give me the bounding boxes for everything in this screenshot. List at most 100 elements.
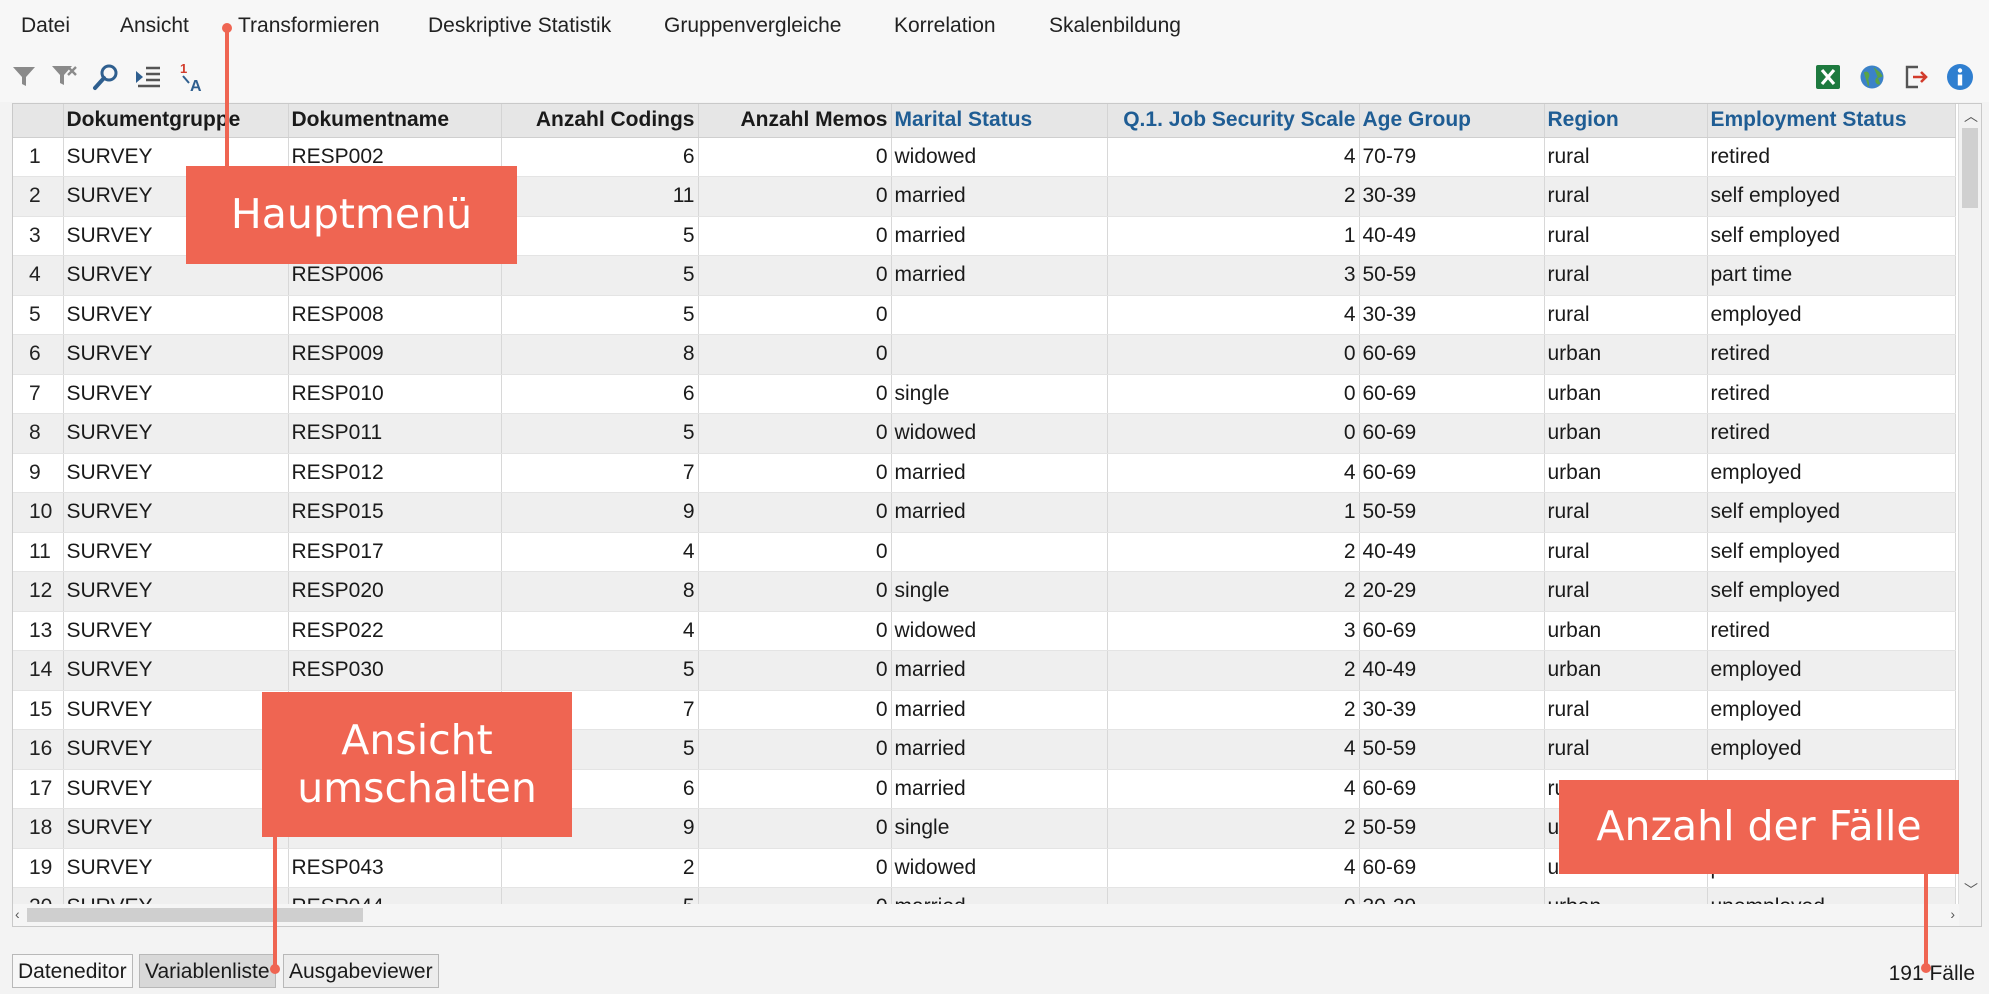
cell-anzahl-memos[interactable]: 0 (698, 334, 892, 375)
cell-dokumentgruppe[interactable]: SURVEY (63, 334, 289, 375)
cell-region[interactable]: rural (1544, 295, 1708, 335)
cell-dokumentgruppe[interactable]: SURVEY (63, 492, 289, 533)
cell-employment-status[interactable]: employed (1707, 650, 1956, 691)
table-row[interactable]: 11 SURVEY RESP017 4 0 2 40-49 rural self employe… (13, 532, 1956, 572)
cell-age-group[interactable]: 40-49 (1359, 532, 1545, 572)
cell-anzahl-memos[interactable]: 0 (698, 295, 892, 335)
cell-region[interactable]: urban (1544, 650, 1708, 691)
cell-dokumentgruppe[interactable]: SURVEY (63, 374, 289, 414)
cell-anzahl-codings[interactable]: 7 (501, 453, 699, 493)
cell-marital-status[interactable]: widowed (891, 413, 1108, 454)
menu-deskriptive-statistik[interactable]: Deskriptive Statistik (428, 14, 611, 38)
cell-marital-status[interactable]: single (891, 374, 1108, 414)
cell-age-group[interactable]: 60-69 (1359, 334, 1545, 375)
cell-employment-status[interactable]: employed (1707, 453, 1956, 493)
cell-employment-status[interactable]: self employed (1707, 492, 1956, 533)
cell-dokumentgruppe[interactable]: SURVEY (63, 808, 289, 849)
cell-anzahl-codings[interactable]: 5 (501, 413, 699, 454)
cell-anzahl-memos[interactable]: 0 (698, 453, 892, 493)
scroll-left-icon[interactable]: ‹ (15, 906, 20, 922)
cell-job-security-scale[interactable]: 2 (1107, 690, 1360, 730)
cell-marital-status[interactable]: married (891, 492, 1108, 533)
cell-anzahl-codings[interactable]: 6 (501, 137, 699, 177)
table-row[interactable]: 13 SURVEY RESP022 4 0 widowed 3 60-69 urban retir… (13, 611, 1956, 651)
cell-region[interactable]: urban (1544, 334, 1708, 375)
menu-transformieren[interactable]: Transformieren (238, 14, 380, 38)
cell-job-security-scale[interactable]: 2 (1107, 650, 1360, 691)
cell-dokumentgruppe[interactable]: SURVEY (63, 453, 289, 493)
cell-anzahl-memos[interactable]: 0 (698, 690, 892, 730)
cell-job-security-scale[interactable]: 4 (1107, 453, 1360, 493)
cell-age-group[interactable]: 50-59 (1359, 255, 1545, 296)
cell-anzahl-codings[interactable]: 5 (501, 295, 699, 335)
info-icon[interactable] (1944, 60, 1976, 94)
filter-icon[interactable] (8, 60, 40, 94)
cell-age-group[interactable]: 60-69 (1359, 413, 1545, 454)
cell-anzahl-memos[interactable]: 0 (698, 611, 892, 651)
cell-anzahl-memos[interactable]: 0 (698, 769, 892, 809)
cell-job-security-scale[interactable]: 3 (1107, 611, 1360, 651)
cell-region[interactable]: rural (1544, 492, 1708, 533)
cell-employment-status[interactable]: self employed (1707, 571, 1956, 612)
cell-region[interactable]: rural (1544, 176, 1708, 217)
cell-age-group[interactable]: 30-39 (1359, 690, 1545, 730)
col-header-dokumentname[interactable]: Dokumentname (288, 104, 502, 138)
cell-job-security-scale[interactable]: 4 (1107, 295, 1360, 335)
table-row[interactable]: 6 SURVEY RESP009 8 0 0 60-69 urban retired (13, 334, 1956, 375)
cell-marital-status[interactable]: married (891, 255, 1108, 296)
cell-job-security-scale[interactable]: 2 (1107, 571, 1360, 612)
cell-region[interactable]: urban (1544, 374, 1708, 414)
cell-age-group[interactable]: 50-59 (1359, 492, 1545, 533)
cell-marital-status[interactable]: widowed (891, 611, 1108, 651)
cell-region[interactable]: rural (1544, 690, 1708, 730)
col-header-age-group[interactable]: Age Group (1359, 104, 1545, 138)
cell-anzahl-memos[interactable]: 0 (698, 729, 892, 770)
table-row[interactable]: 9 SURVEY RESP012 7 0 married 4 60-69 urban employ… (13, 453, 1956, 493)
cell-age-group[interactable]: 70-79 (1359, 137, 1545, 177)
cell-age-group[interactable]: 20-29 (1359, 571, 1545, 612)
cell-dokumentname[interactable]: RESP020 (288, 571, 502, 612)
cell-employment-status[interactable]: retired (1707, 137, 1956, 177)
cell-region[interactable]: rural (1544, 729, 1708, 770)
cell-anzahl-codings[interactable]: 9 (501, 492, 699, 533)
cell-region[interactable]: rural (1544, 255, 1708, 296)
cell-dokumentgruppe[interactable]: SURVEY (63, 848, 289, 888)
cell-dokumentgruppe[interactable]: SURVEY (63, 690, 289, 730)
cell-employment-status[interactable]: employed (1707, 295, 1956, 335)
cell-anzahl-codings[interactable]: 4 (501, 611, 699, 651)
clear-filter-icon[interactable] (48, 60, 80, 94)
cell-employment-status[interactable]: part time (1707, 255, 1956, 296)
cell-anzahl-memos[interactable]: 0 (698, 848, 892, 888)
col-header-marital-status[interactable]: Marital Status (891, 104, 1108, 138)
scroll-up-icon[interactable]: ︿ (1964, 106, 1978, 126)
cell-region[interactable]: urban (1544, 611, 1708, 651)
cell-dokumentname[interactable]: RESP012 (288, 453, 502, 493)
cell-marital-status[interactable]: single (891, 571, 1108, 612)
cell-dokumentgruppe[interactable]: SURVEY (63, 295, 289, 335)
cell-anzahl-memos[interactable]: 0 (698, 808, 892, 849)
cell-job-security-scale[interactable]: 2 (1107, 176, 1360, 217)
cell-anzahl-memos[interactable]: 0 (698, 413, 892, 454)
cell-job-security-scale[interactable]: 1 (1107, 492, 1360, 533)
cell-age-group[interactable]: 60-69 (1359, 848, 1545, 888)
table-row[interactable]: 7 SURVEY RESP010 6 0 single 0 60-69 urban retired (13, 374, 1956, 414)
cell-dokumentname[interactable]: RESP030 (288, 650, 502, 691)
cell-anzahl-memos[interactable]: 0 (698, 176, 892, 217)
cell-region[interactable]: rural (1544, 571, 1708, 612)
indent-icon[interactable] (132, 60, 164, 94)
cell-age-group[interactable]: 40-49 (1359, 216, 1545, 256)
menu-korrelation[interactable]: Korrelation (894, 14, 996, 38)
cell-dokumentgruppe[interactable]: SURVEY (63, 729, 289, 770)
cell-anzahl-codings[interactable]: 5 (501, 650, 699, 691)
cell-anzahl-memos[interactable]: 0 (698, 374, 892, 414)
cell-marital-status[interactable] (891, 295, 1108, 335)
cell-age-group[interactable]: 60-69 (1359, 769, 1545, 809)
cell-employment-status[interactable]: self employed (1707, 176, 1956, 217)
cell-marital-status[interactable]: married (891, 729, 1108, 770)
cell-marital-status[interactable]: married (891, 453, 1108, 493)
cell-job-security-scale[interactable]: 3 (1107, 255, 1360, 296)
horizontal-scroll-thumb[interactable] (27, 908, 363, 922)
cell-anzahl-codings[interactable]: 5 (501, 255, 699, 296)
cell-job-security-scale[interactable]: 0 (1107, 374, 1360, 414)
cell-employment-status[interactable]: self employed (1707, 216, 1956, 256)
